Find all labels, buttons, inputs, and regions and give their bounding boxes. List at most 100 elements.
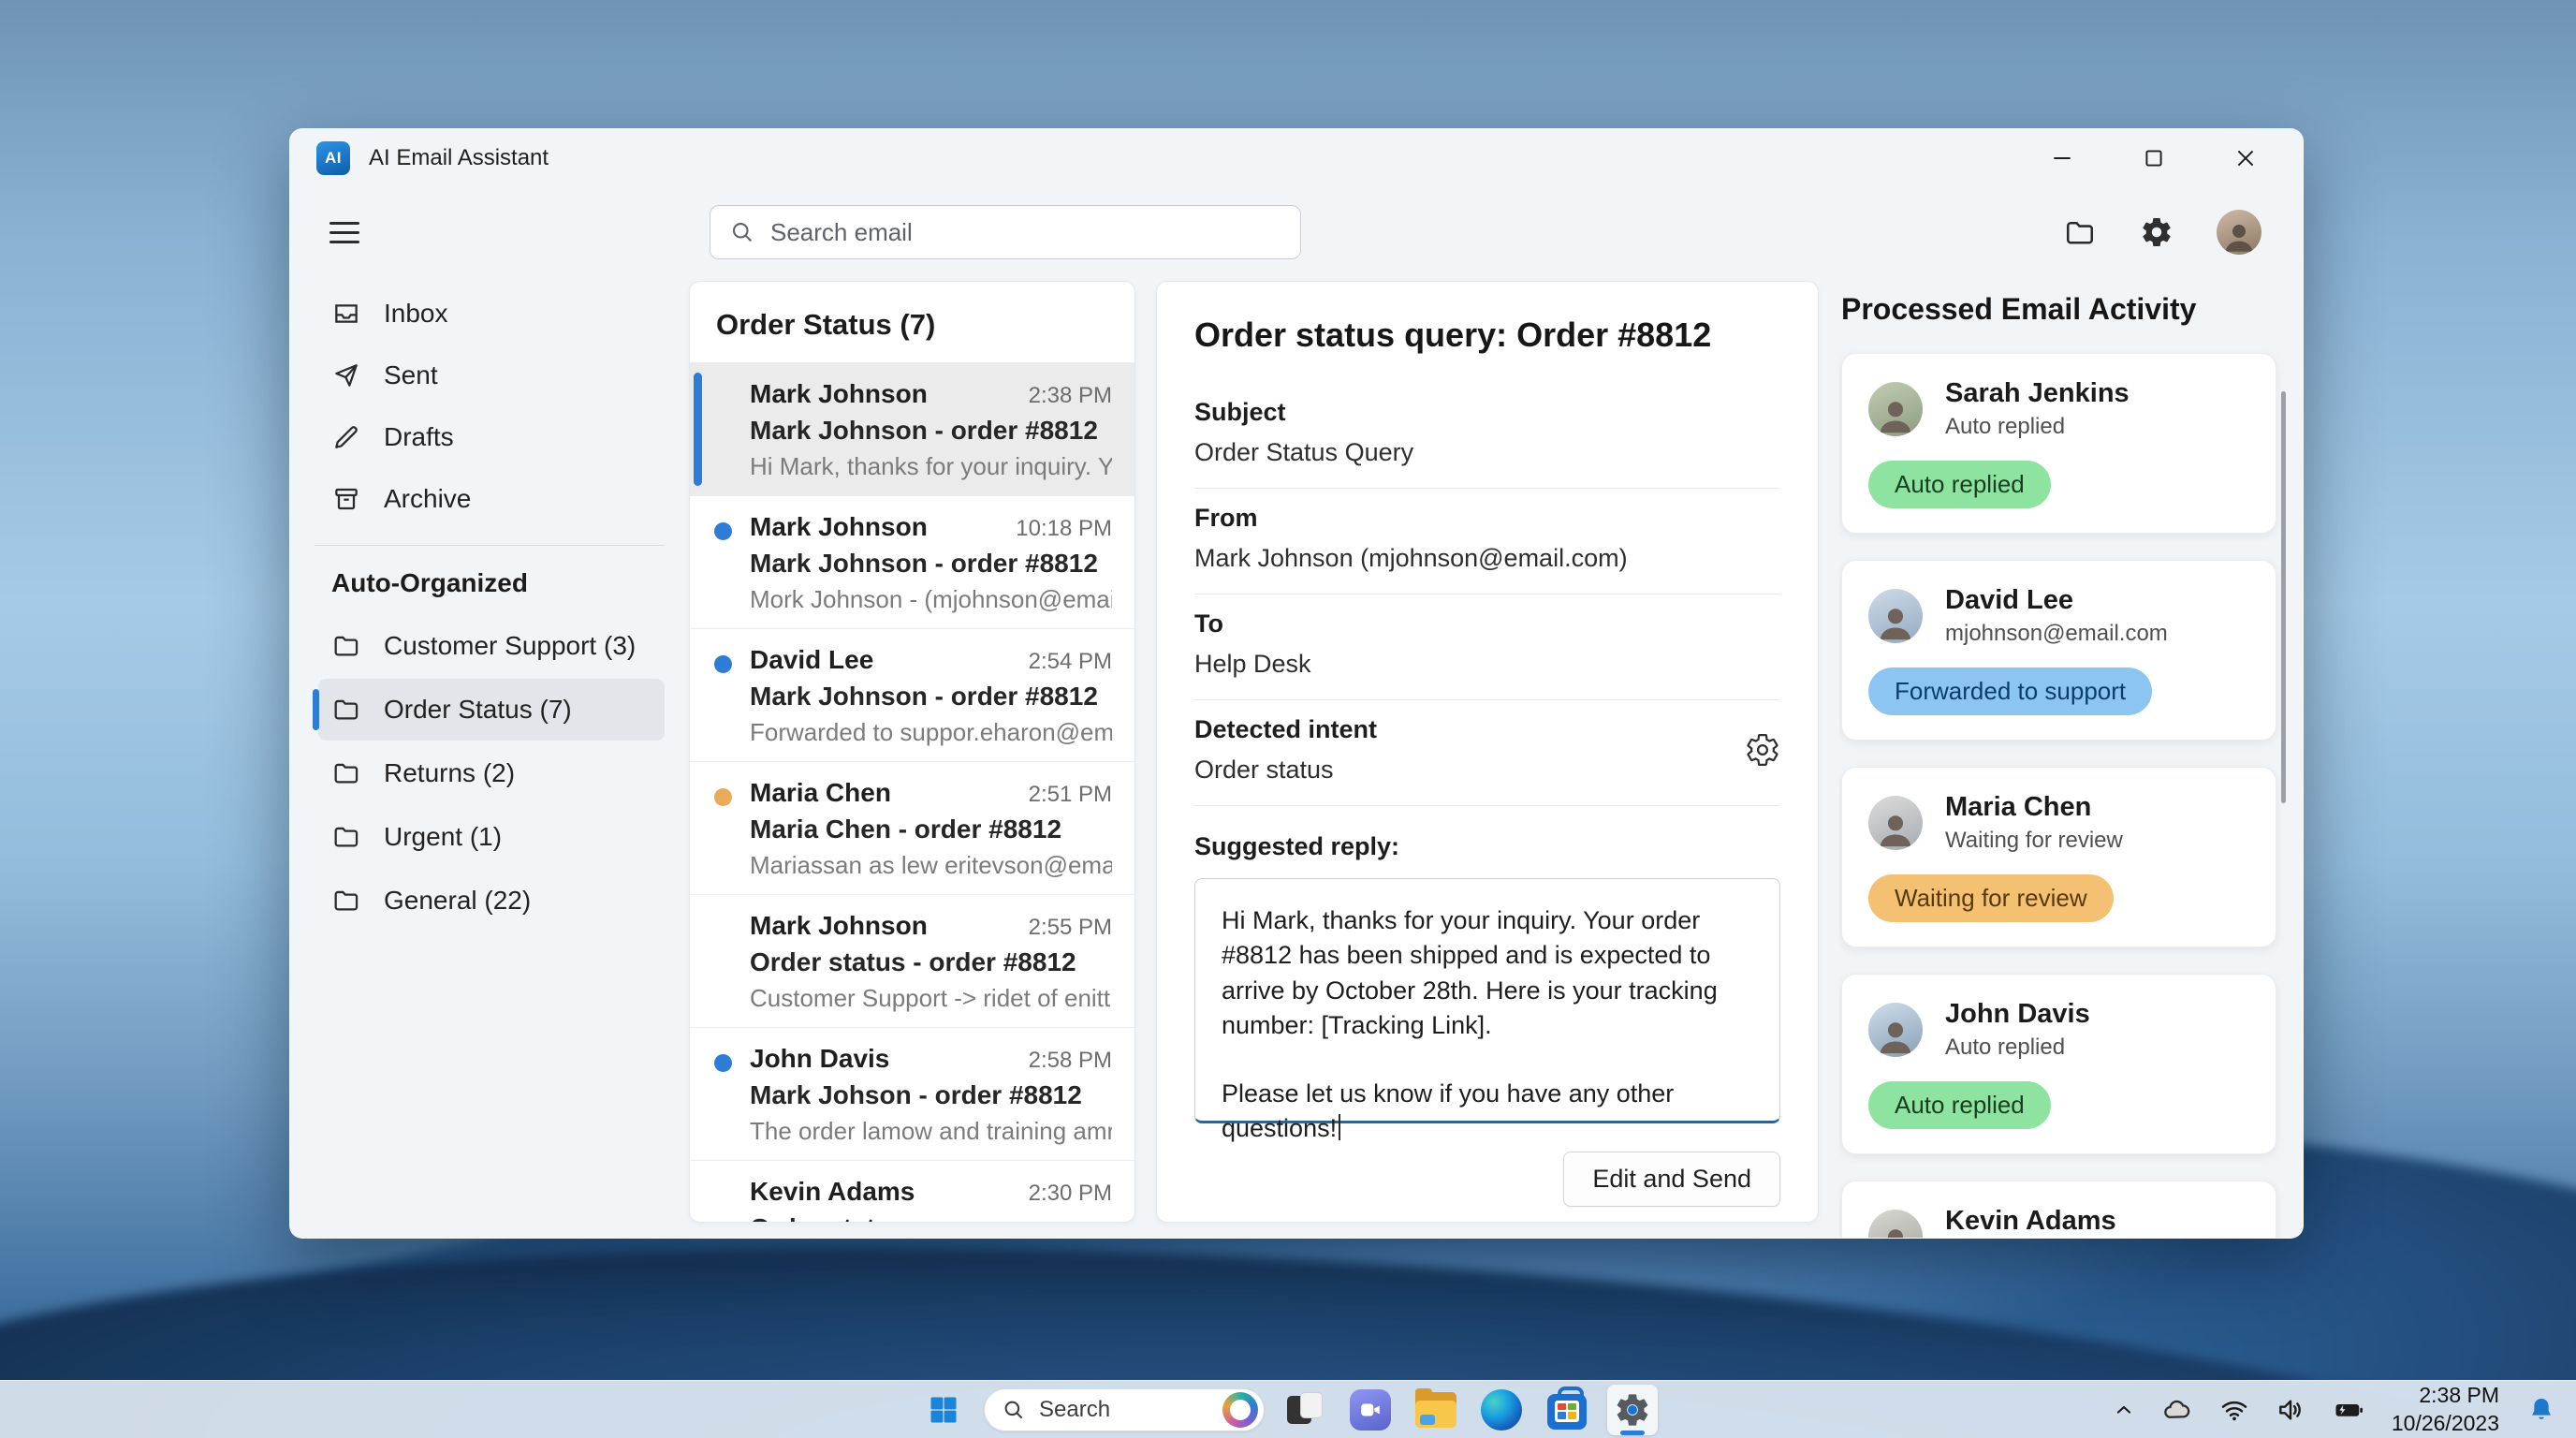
unread-dot (714, 522, 732, 540)
sidebar-folder-order-status[interactable]: Order Status (7) (318, 679, 665, 741)
wifi-icon[interactable] (2219, 1395, 2249, 1425)
edit-and-send-button[interactable]: Edit and Send (1563, 1152, 1780, 1207)
activity-name: Maria Chen (1945, 792, 2123, 823)
microsoft-store-button[interactable] (1542, 1385, 1592, 1435)
search-placeholder: Search email (770, 218, 913, 247)
pencil-icon (331, 422, 361, 452)
edge-browser-button[interactable] (1476, 1385, 1527, 1435)
chat-app-button[interactable] (1345, 1385, 1396, 1435)
sidebar-item-drafts[interactable]: Drafts (290, 406, 689, 468)
gear-icon[interactable] (2140, 215, 2174, 249)
email-preview: Customer Support -> ridet of enitt... (750, 984, 1112, 1013)
folder-label: Order Status (7) (384, 695, 572, 725)
sidebar-item-archive[interactable]: Archive (290, 468, 689, 530)
chevron-up-icon[interactable] (2113, 1399, 2135, 1421)
detail-title: Order status query: Order #8812 (1194, 315, 1780, 355)
suggested-reply-textarea[interactable]: Hi Mark, thanks for your inquiry. Your o… (1194, 878, 1780, 1123)
sidebar-item-sent[interactable]: Sent (290, 345, 689, 406)
folder-label: Urgent (1) (384, 822, 502, 852)
folder-icon (331, 886, 361, 916)
taskview-icon (1287, 1392, 1323, 1428)
sidebar-folder-customer-support[interactable]: Customer Support (3) (318, 615, 665, 677)
folder-icon[interactable] (2063, 215, 2097, 249)
activity-name: David Lee (1945, 585, 2168, 616)
folder-icon (331, 631, 361, 661)
email-detail-panel: Order status query: Order #8812 Subject … (1156, 281, 1819, 1223)
email-preview: Mork Johnson - (mjohnson@email... (750, 585, 1112, 614)
sidebar: Inbox Sent Drafts Archive Auto-Organized (290, 277, 689, 1238)
field-value: Order Status Query (1194, 438, 1780, 467)
send-icon (331, 360, 361, 390)
activity-name: Kevin Adams (1945, 1206, 2159, 1237)
search-icon (729, 219, 755, 245)
volume-icon[interactable] (2276, 1395, 2305, 1425)
activity-name: John Davis (1945, 999, 2090, 1030)
activity-subtitle: mjohnson@email.com (1945, 621, 2168, 647)
avatar (1868, 1003, 1923, 1057)
email-list-item[interactable]: Maria Chen2:51 PM Maria Chen - order #88… (690, 762, 1134, 895)
avatar (1868, 589, 1923, 643)
taskbar-search[interactable]: Search (984, 1388, 1265, 1431)
email-sender: John Davis (750, 1044, 889, 1074)
email-list-item[interactable]: Mark Johnson2:55 PM Order status - order… (690, 895, 1134, 1028)
sidebar-folder-general[interactable]: General (22) (318, 870, 665, 932)
email-list-item[interactable]: Mark Johnson10:18 PM Mark Johnson - orde… (690, 496, 1134, 629)
settings-app-button[interactable] (1607, 1385, 1658, 1435)
sidebar-divider (315, 545, 665, 546)
app-logo-icon: AI (316, 141, 350, 175)
email-time: 10:18 PM (1016, 516, 1112, 542)
search-input[interactable]: Search email (710, 205, 1301, 259)
email-sender: Maria Chen (750, 778, 891, 808)
minimize-button[interactable] (2046, 142, 2078, 174)
email-time: 2:55 PM (1029, 915, 1112, 941)
email-time: 2:54 PM (1029, 649, 1112, 675)
email-list-item[interactable]: Kevin Adams2:30 PM Order status query Yo… (690, 1161, 1134, 1223)
copilot-icon[interactable] (1222, 1392, 1258, 1428)
field-to: To Help Desk (1194, 594, 1780, 700)
sidebar-item-inbox[interactable]: Inbox (290, 283, 689, 345)
file-explorer-button[interactable] (1411, 1385, 1461, 1435)
email-subject: Mark Johnson - order #8812 (750, 549, 1112, 579)
text-cursor (1339, 1114, 1340, 1140)
field-value: Mark Johnson (mjohnson@email.com) (1194, 544, 1780, 573)
field-value: Help Desk (1194, 650, 1780, 679)
avatar (1868, 382, 1923, 436)
folder-label: General (22) (384, 886, 531, 916)
email-sender: Kevin Adams (750, 1177, 915, 1207)
sidebar-folder-returns[interactable]: Returns (2) (318, 742, 665, 804)
intent-settings-gear-icon[interactable] (1745, 732, 1780, 768)
cloud-icon[interactable] (2161, 1394, 2193, 1426)
avatar (1868, 796, 1923, 850)
user-avatar[interactable] (2217, 210, 2261, 255)
activity-card[interactable]: Sarah Jenkins Auto replied Auto replied (1841, 353, 2276, 534)
bell-icon[interactable] (2525, 1394, 2557, 1426)
email-preview: The order lamow and training amr... (750, 1117, 1112, 1146)
sidebar-folder-urgent[interactable]: Urgent (1) (318, 806, 665, 868)
status-badge: Auto replied (1868, 461, 2051, 508)
email-time: 2:58 PM (1029, 1048, 1112, 1074)
app-window: AI AI Email Assistant Search email (289, 128, 2304, 1239)
menu-hamburger-button[interactable] (329, 216, 367, 248)
email-list-item[interactable]: John Davis2:58 PM Mark Johson - order #8… (690, 1028, 1134, 1161)
email-list-panel: Order Status (7) Mark Johnson2:38 PM Mar… (689, 281, 1135, 1223)
maximize-button[interactable] (2138, 142, 2170, 174)
folder-label: Returns (2) (384, 758, 515, 788)
taskbar-clock[interactable]: 2:38 PM 10/26/2023 (2392, 1382, 2499, 1438)
task-view-button[interactable] (1280, 1385, 1330, 1435)
email-list-item[interactable]: David Lee2:54 PM Mark Johnson - order #8… (690, 629, 1134, 762)
field-detected-intent: Detected intent Order status (1194, 700, 1780, 806)
file-explorer-icon (1415, 1392, 1456, 1428)
activity-card[interactable]: Kevin Adams Forwarded to support Forward… (1841, 1181, 2276, 1238)
activity-card[interactable]: John Davis Auto replied Auto replied (1841, 974, 2276, 1154)
start-button[interactable] (918, 1385, 969, 1435)
titlebar: AI AI Email Assistant (290, 129, 2303, 187)
battery-icon[interactable] (2332, 1393, 2365, 1427)
desktop: AI AI Email Assistant Search email (0, 0, 2576, 1438)
activity-card[interactable]: Maria Chen Waiting for review Waiting fo… (1841, 767, 2276, 947)
close-button[interactable] (2230, 142, 2261, 174)
email-list-item[interactable]: Mark Johnson2:38 PM Mark Johnson - order… (690, 363, 1134, 496)
scrollbar[interactable] (2281, 391, 2286, 803)
clock-date: 10/26/2023 (2392, 1410, 2499, 1438)
activity-card[interactable]: David Lee mjohnson@email.com Forwarded t… (1841, 560, 2276, 741)
activity-subtitle: Waiting for review (1945, 828, 2123, 854)
